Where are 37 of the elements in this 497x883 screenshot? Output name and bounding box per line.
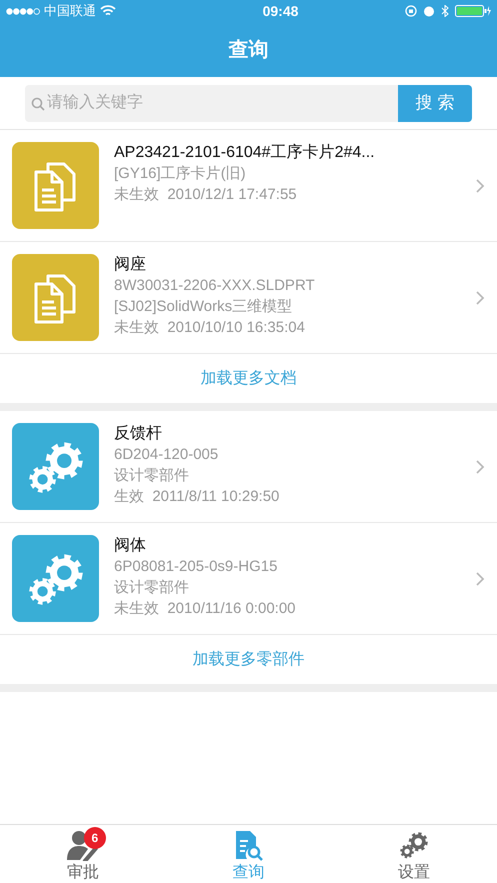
tab-item[interactable]: 6 审批 (0, 825, 166, 883)
carrier-name: 中国联通 (44, 2, 96, 20)
signal-icon (6, 8, 40, 14)
item-detail: 未生效 2010/10/10 16:35:04 (114, 318, 306, 338)
item-title: 反馈杆 (114, 424, 163, 444)
person-pencil-icon (66, 829, 100, 861)
notification-badge: 6 (84, 827, 106, 849)
item-detail: 设计零部件 (114, 466, 190, 486)
bluetooth-icon (441, 5, 449, 17)
item-detail: 设计零部件 (114, 578, 190, 598)
battery-icon (455, 5, 491, 17)
item-detail: 8W30031-2206-XXX.SLDPRT (114, 276, 316, 296)
chevron-right-icon (475, 458, 485, 474)
item-detail: 未生效 2010/12/1 17:47:55 (114, 185, 298, 205)
item-detail: 6D204-120-005 (114, 445, 220, 465)
clock-time: 09:48 (262, 2, 298, 20)
rotation-lock-icon (405, 5, 417, 17)
chevron-right-icon (475, 570, 485, 586)
item-title: AP23421-2101-6104#工序卡片2#4... (114, 142, 376, 163)
list-item[interactable]: 反馈杆 6D204-120-005 设计零部件 生效 2011/8/11 10:29:50 (0, 411, 497, 523)
wifi-icon (100, 5, 116, 17)
chevron-right-icon (475, 290, 485, 306)
list-item[interactable]: 阀体 6P08081-205-0s9-HG15 设计零部件 未生效 2010/11/16 0:00:00 (0, 523, 497, 635)
list-item[interactable]: AP23421-2101-6104#工序卡片2#4... [GY16]工序卡片(旧) 未生效 2010/12/1 17:47:55 (0, 130, 497, 242)
item-title: 阀座 (114, 254, 147, 275)
item-title: 阀体 (114, 536, 147, 556)
search-field[interactable]: 请输入关键字 (25, 84, 398, 122)
item-detail: 未生效 2010/11/16 0:00:00 (114, 599, 297, 619)
search-icon (31, 96, 45, 110)
page-title: 查询 (228, 38, 268, 62)
item-detail: [SJ02]SolidWorks三维模型 (114, 297, 294, 317)
item-detail: 生效 2011/8/11 10:29:50 (114, 487, 280, 507)
tab-item[interactable]: 设置 (331, 825, 497, 883)
item-detail: [GY16]工序卡片(旧) (114, 164, 247, 184)
list-item[interactable]: 阀座 8W30031-2206-XXX.SLDPRT [SJ02]SolidWorks三维模型 未生效 2010/10/10 16:35:04 (0, 242, 497, 354)
item-detail: 6P08081-205-0s9-HG15 (114, 557, 278, 577)
chevron-right-icon (475, 178, 485, 194)
